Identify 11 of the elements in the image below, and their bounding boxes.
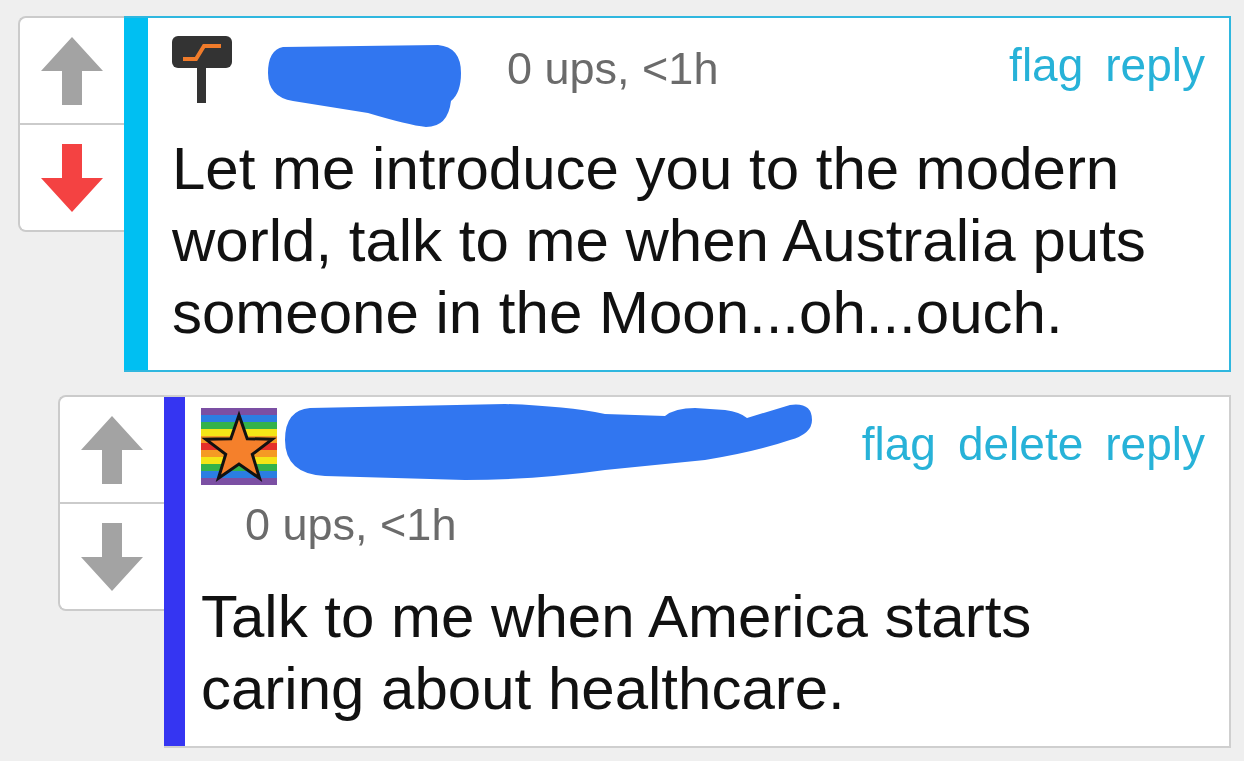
action-link[interactable]: reply (1105, 418, 1205, 470)
action-link[interactable]: flag (1009, 39, 1084, 91)
comment-text: Let me introduce you to the modern world, talk to me when Australia puts someone in the Moon...oh...ouch. (172, 134, 1147, 348)
action-link[interactable]: delete (957, 418, 1084, 470)
comment-meta: 0 ups, <1h (507, 43, 719, 95)
action-link[interactable]: reply (1105, 39, 1205, 91)
signpost-icon (172, 36, 232, 103)
rainbow-star-icon (201, 408, 277, 485)
comment-meta: 0 ups, <1h (245, 499, 457, 551)
action-link[interactable]: flag (861, 418, 936, 470)
comment-text: Talk to me when America starts caring about healthcare. (201, 582, 1033, 724)
